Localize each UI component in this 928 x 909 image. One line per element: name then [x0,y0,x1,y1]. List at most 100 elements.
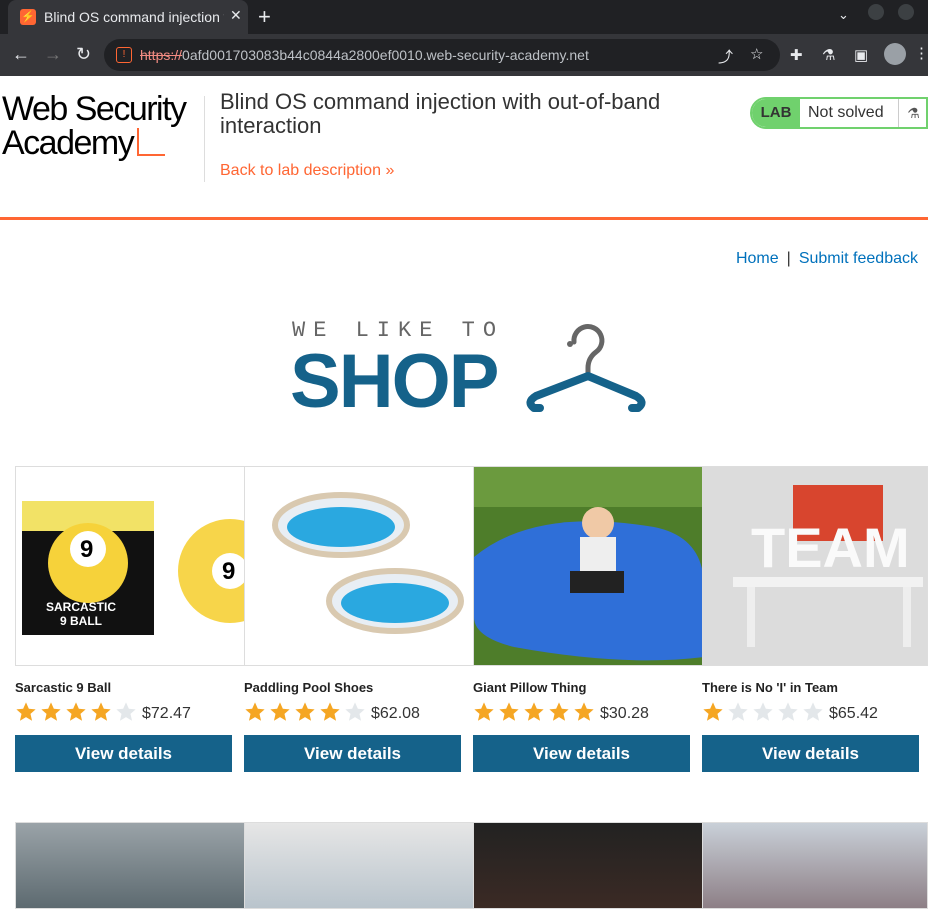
nav-separator: | [786,250,791,267]
double-chevron-right-icon: » [385,162,395,179]
url-host: 0afd001703083b44c0844a2800ef0010.web-sec… [182,47,589,63]
profile-avatar-icon[interactable] [884,43,906,65]
star-empty-icon [116,702,136,721]
product-card: 9 SARCASTIC 9 BALL 9 Sarcastic 9 Ball $7… [15,466,245,772]
reload-icon[interactable]: ↻ [76,44,91,65]
browser-toolbar: ← → ↻ ! https://0afd001703083b44c0844a28… [0,34,928,76]
home-link[interactable]: Home [736,250,779,267]
window-maximize-button[interactable] [898,4,914,20]
submit-feedback-link[interactable]: Submit feedback [799,250,918,267]
product-image [15,822,245,909]
star-filled-icon [66,702,86,721]
product-rating: $30.28 [473,701,703,723]
shop-brand-banner: WE LIKE TO SHOP [290,318,650,424]
star-empty-icon [345,702,365,721]
portswigger-favicon-icon: ⚡ [20,9,36,25]
forward-arrow-icon[interactable]: → [44,44,62,65]
logo-line2-text: Academy [2,124,135,162]
view-details-button[interactable]: View details [244,735,461,772]
product-rating: $62.08 [244,701,474,723]
star-empty-icon [753,702,773,721]
flask-icon: ⚗ [898,99,928,127]
side-panel-icon[interactable]: ▣ [854,46,868,64]
product-rating: $72.47 [15,701,245,723]
browser-tabbar: ⚡ Blind OS command injection with out-of… [0,0,928,34]
star-filled-icon [703,702,723,721]
star-filled-icon [245,702,265,721]
star-empty-icon [778,702,798,721]
svg-text:9: 9 [222,558,235,585]
star-filled-icon [16,702,36,721]
bookmark-star-icon[interactable]: ☆ [750,45,763,63]
product-image: 9 SARCASTIC 9 BALL 9 [15,466,245,666]
product-price: $30.28 [600,705,649,722]
product-image: TEAM [702,466,928,666]
share-icon[interactable]: ⤴ [718,46,733,67]
back-to-lab-description-link[interactable]: Back to lab description » [220,162,394,180]
new-tab-icon[interactable]: + [258,4,271,30]
product-name: Sarcastic 9 Ball [15,680,112,695]
view-details-button[interactable]: View details [702,735,919,772]
brand-title: SHOP [290,339,499,424]
not-secure-icon[interactable]: ! [116,47,132,63]
hanger-icon [526,324,646,412]
product-image [473,822,703,909]
star-filled-icon [295,702,315,721]
product-image [702,822,928,909]
lab-label: LAB [752,99,800,127]
lab-status-text: Not solved [808,104,884,121]
svg-text:9 BALL: 9 BALL [60,614,102,628]
product-grid-row2 [15,822,928,909]
star-filled-icon [524,702,544,721]
product-image [244,822,474,909]
url-scheme: https:// [140,47,183,63]
view-details-button[interactable]: View details [473,735,690,772]
product-card: TEAM There is No 'I' in Team $65.42 View… [702,466,928,772]
lab-status-badge: LAB Not solved ⚗ [750,97,928,129]
extensions-icon[interactable]: ✚ [790,46,803,64]
star-filled-icon [270,702,290,721]
star-filled-icon [549,702,569,721]
star-filled-icon [474,702,494,721]
url-text[interactable]: https://0afd001703083b44c0844a2800ef0010… [140,47,589,63]
star-empty-icon [728,702,748,721]
logo-line2: Academy [2,126,202,160]
window-minimize-button[interactable] [868,4,884,20]
product-name: Giant Pillow Thing [473,680,587,695]
address-bar[interactable]: ! https://0afd001703083b44c0844a2800ef00… [104,39,780,71]
product-name: There is No 'I' in Team [702,680,838,695]
logo-line1: Web Security [2,90,187,128]
browser-tab[interactable]: ⚡ Blind OS command injection with out-of… [8,0,248,34]
star-empty-icon [803,702,823,721]
logo-lightning-icon [137,128,166,156]
product-rating: $65.42 [702,701,928,723]
back-link-text: Back to lab description [220,162,381,179]
lab-title: Blind OS command injection with out-of-b… [220,89,661,138]
product-card: Giant Pillow Thing $30.28 View details [473,466,703,772]
labs-flask-icon[interactable]: ⚗ [822,46,835,64]
web-security-academy-logo[interactable]: Web Security Academy [2,92,202,160]
header-divider [204,96,205,182]
star-filled-icon [574,702,594,721]
tab-close-icon[interactable]: ✕ [230,7,242,24]
academy-header: Web Security Academy Blind OS command in… [0,76,928,220]
product-image [244,466,474,666]
product-price: $65.42 [829,705,878,722]
product-price: $72.47 [142,705,191,722]
product-card: Paddling Pool Shoes $62.08 View details [244,466,474,772]
svg-text:TEAM: TEAM [751,516,910,579]
svg-text:SARCASTIC: SARCASTIC [46,600,116,614]
tab-search-chevron-icon[interactable]: ⌄ [838,7,849,23]
site-nav: Home | Submit feedback [736,250,918,268]
star-filled-icon [499,702,519,721]
view-details-button[interactable]: View details [15,735,232,772]
svg-text:9: 9 [80,536,93,563]
product-price: $62.08 [371,705,420,722]
back-arrow-icon[interactable]: ← [12,44,30,65]
tab-title: Blind OS command injection with out-of-b… [44,9,224,25]
product-name: Paddling Pool Shoes [244,680,374,695]
menu-icon[interactable]: ⋮ [914,44,928,62]
star-filled-icon [91,702,111,721]
product-image [473,466,703,666]
star-filled-icon [41,702,61,721]
